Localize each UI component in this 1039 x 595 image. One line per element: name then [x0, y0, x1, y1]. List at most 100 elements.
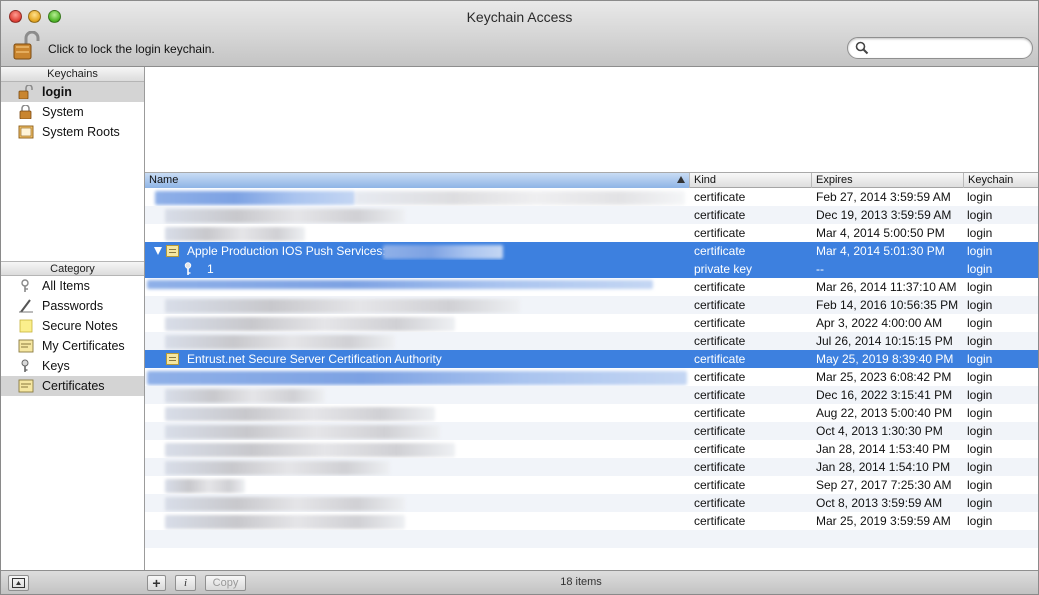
row-expires: Jan 28, 2014 1:53:40 PM	[816, 442, 951, 456]
table-row[interactable]: certificate Dec 16, 2022 3:15:41 PM logi…	[145, 386, 1038, 404]
redacted-name	[165, 425, 440, 439]
table-row[interactable]: certificate Mar 4, 2014 5:00:50 PM login	[145, 224, 1038, 242]
row-kind: certificate	[694, 514, 746, 528]
table-row[interactable]: certificate Sep 27, 2017 7:25:30 AM logi…	[145, 476, 1038, 494]
redacted-name	[155, 191, 355, 205]
sidebar-item-keys[interactable]: Keys	[1, 356, 144, 376]
row-keychain: login	[967, 334, 993, 348]
row-name-cell	[145, 224, 690, 242]
column-header-label: Expires	[816, 174, 853, 186]
row-expires: Mar 4, 2014 5:01:30 PM	[816, 244, 945, 258]
redacted-name	[165, 515, 405, 529]
row-keychain: login	[967, 298, 993, 312]
sidebar-item-system-roots[interactable]: System Roots	[1, 122, 144, 142]
certificate-icon	[166, 353, 179, 365]
row-kind: certificate	[694, 280, 746, 294]
table-row[interactable]: certificate Jul 26, 2014 10:15:15 PM log…	[145, 332, 1038, 350]
table-row[interactable]: certificate Oct 8, 2013 3:59:59 AM login	[145, 494, 1038, 512]
redacted-name	[165, 443, 455, 457]
row-name-cell	[145, 494, 690, 512]
table-row[interactable]: certificate Feb 14, 2016 10:56:35 PM log…	[145, 296, 1038, 314]
row-expires: Jul 26, 2014 10:15:15 PM	[816, 334, 953, 348]
table-row-apple-push-services[interactable]: Apple Production IOS Push Services: cert…	[145, 242, 1038, 260]
row-expires: Feb 27, 2014 3:59:59 AM	[816, 190, 951, 204]
sidebar-item-secure-notes[interactable]: Secure Notes	[1, 316, 144, 336]
row-keychain: login	[967, 352, 993, 366]
titlebar-toolbar: Keychain Access Click to lock the login …	[1, 1, 1038, 67]
copy-button[interactable]: Copy	[205, 575, 246, 591]
search-input[interactable]	[872, 40, 1022, 56]
item-preview-pane	[145, 67, 1038, 173]
row-keychain: login	[967, 514, 993, 528]
sidebar-item-login[interactable]: login	[1, 82, 144, 102]
search-field[interactable]	[847, 37, 1033, 59]
row-expires: Dec 19, 2013 3:59:59 AM	[816, 208, 952, 222]
row-keychain: login	[967, 280, 993, 294]
table-row-entrust-ca[interactable]: Entrust.net Secure Server Certification …	[145, 350, 1038, 368]
unlocked-padlock-icon	[13, 30, 40, 60]
row-keychain: login	[967, 226, 993, 240]
sidebar-item-all-items[interactable]: All Items	[1, 276, 144, 296]
column-header-kind[interactable]: Kind	[690, 173, 812, 188]
table-row[interactable]: certificate Mar 25, 2023 6:08:42 PM logi…	[145, 368, 1038, 386]
row-kind: certificate	[694, 370, 746, 384]
row-name-cell	[145, 368, 690, 386]
table-row[interactable]: certificate Apr 3, 2022 4:00:00 AM login	[145, 314, 1038, 332]
table-row[interactable]: certificate Mar 26, 2014 11:37:10 AM log…	[145, 278, 1038, 296]
row-kind: certificate	[694, 406, 746, 420]
table-row[interactable]: certificate Aug 22, 2013 5:00:40 PM logi…	[145, 404, 1038, 422]
add-item-button[interactable]: +	[147, 575, 166, 591]
row-name-cell	[145, 476, 690, 494]
window-title: Keychain Access	[466, 9, 573, 25]
my-certificate-icon	[18, 339, 34, 353]
redacted-name	[165, 335, 395, 349]
lock-keychain-button[interactable]	[11, 30, 41, 61]
table-row-private-key[interactable]: 1 private key -- login	[145, 260, 1038, 278]
redacted-name	[165, 227, 305, 241]
table-row[interactable]: certificate Oct 4, 2013 1:30:30 PM login	[145, 422, 1038, 440]
sidebar-item-certificates[interactable]: Certificates	[1, 376, 144, 396]
sidebar-item-system[interactable]: System	[1, 102, 144, 122]
table-row[interactable]: certificate Jan 28, 2014 1:54:10 PM logi…	[145, 458, 1038, 476]
row-expires: Apr 3, 2022 4:00:00 AM	[816, 316, 943, 330]
toggle-sidebar-button[interactable]	[8, 575, 29, 591]
row-keychain: login	[967, 460, 993, 474]
table-row[interactable]: certificate Feb 27, 2014 3:59:59 AM logi…	[145, 188, 1038, 206]
sidebar-item-label: Secure Notes	[42, 319, 118, 333]
row-name-cell	[145, 422, 690, 440]
row-name-cell	[145, 386, 690, 404]
row-expires: Feb 14, 2016 10:56:35 PM	[816, 298, 959, 312]
sidebar-item-my-certificates[interactable]: My Certificates	[1, 336, 144, 356]
sidebar: Keychains login System System Roots Cate…	[1, 67, 145, 570]
key-icon	[184, 262, 192, 275]
search-icon	[855, 41, 869, 55]
sidebar-item-label: Certificates	[42, 379, 105, 393]
row-expires: Mar 25, 2023 6:08:42 PM	[816, 370, 952, 384]
disclosure-triangle-icon[interactable]	[154, 247, 162, 255]
row-name-cell	[145, 332, 690, 350]
column-header-name[interactable]: Name	[145, 173, 690, 188]
row-keychain: login	[967, 496, 993, 510]
sidebar-item-label: My Certificates	[42, 339, 125, 353]
row-keychain: login	[967, 262, 993, 276]
row-expires: Sep 27, 2017 7:25:30 AM	[816, 478, 952, 492]
get-info-button[interactable]: i	[175, 575, 196, 591]
table-row[interactable]: certificate Mar 25, 2019 3:59:59 AM logi…	[145, 512, 1038, 530]
row-expires: Aug 22, 2013 5:00:40 PM	[816, 406, 953, 420]
column-header-keychain[interactable]: Keychain	[964, 173, 1038, 188]
row-name-cell: Apple Production IOS Push Services:	[145, 242, 690, 260]
row-name: Apple Production IOS Push Services:	[187, 244, 386, 258]
row-kind: certificate	[694, 226, 746, 240]
row-kind: certificate	[694, 208, 746, 222]
password-pen-icon	[19, 299, 33, 313]
table-row[interactable]: certificate Dec 19, 2013 3:59:59 AM logi…	[145, 206, 1038, 224]
redacted-name	[147, 371, 687, 385]
table-row[interactable]: certificate Jan 28, 2014 1:53:40 PM logi…	[145, 440, 1038, 458]
items-table-header: Name Kind Expires Keychain	[145, 173, 1038, 188]
certificate-icon	[18, 379, 34, 393]
sidebar-item-passwords[interactable]: Passwords	[1, 296, 144, 316]
row-expires: Mar 26, 2014 11:37:10 AM	[816, 280, 957, 294]
column-header-expires[interactable]: Expires	[812, 173, 964, 188]
row-name: Entrust.net Secure Server Certification …	[187, 352, 442, 366]
row-keychain: login	[967, 478, 993, 492]
